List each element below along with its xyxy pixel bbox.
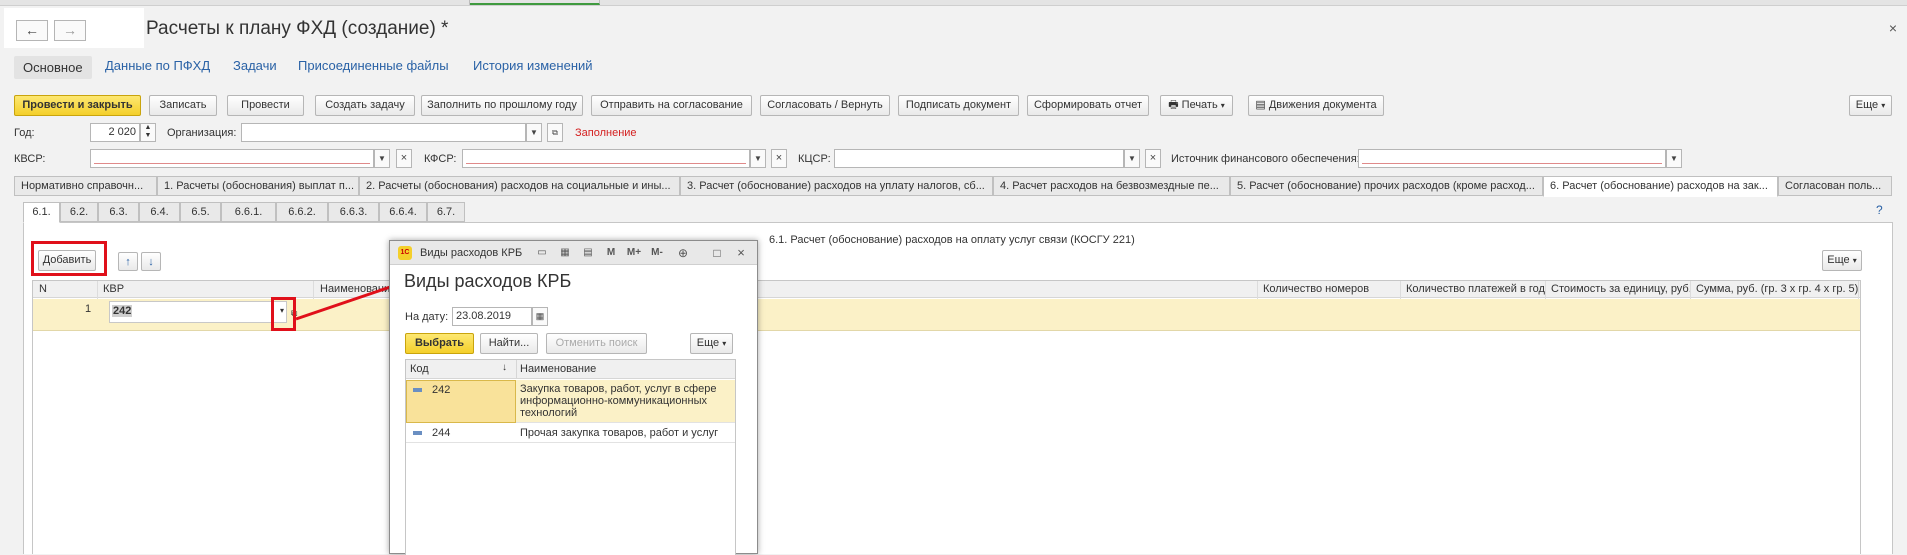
close-icon[interactable]: × xyxy=(734,246,748,260)
col-divider xyxy=(516,360,517,379)
item-name: Закупка товаров, работ, услуг в сфере ин… xyxy=(520,383,717,419)
list-header: Код ↓ Наименование xyxy=(406,360,735,379)
item-name: Прочая закупка товаров, работ и услуг xyxy=(520,427,719,439)
col-name: Наименование xyxy=(520,363,597,375)
calendar-31-icon[interactable]: ▤ xyxy=(581,246,595,260)
element-icon xyxy=(413,431,422,435)
list-item[interactable]: 244 Прочая закупка товаров, работ и услу… xyxy=(406,424,735,443)
date-label: На дату: xyxy=(405,311,449,323)
app-logo-icon: 1C xyxy=(398,246,412,260)
item-code: 242 xyxy=(432,384,451,396)
find-button[interactable]: Найти... xyxy=(480,333,538,354)
kvr-selection-dialog: 1C Виды расходов КРБ ▭ ▦ ▤ M M+ M- ⊕ □ ×… xyxy=(389,240,758,555)
list-item[interactable]: 242 Закупка товаров, работ, услуг в сфер… xyxy=(406,380,735,423)
chevron-down-icon: ▾ xyxy=(722,339,727,348)
dialog-window-title: Виды расходов КРБ xyxy=(420,247,523,259)
calendar-icon[interactable]: ▦ xyxy=(532,307,548,326)
document-icon[interactable]: ▭ xyxy=(535,246,549,260)
col-code: Код xyxy=(410,363,429,375)
element-icon xyxy=(413,388,422,392)
dialog-more-button[interactable]: Еще ▾ xyxy=(690,333,733,354)
memory-minus-icon[interactable]: M- xyxy=(647,246,667,260)
cancel-search-button[interactable]: Отменить поиск xyxy=(546,333,647,354)
date-field[interactable]: 23.08.2019 xyxy=(452,307,532,326)
dialog-heading: Виды расходов КРБ xyxy=(404,271,572,291)
item-code: 244 xyxy=(432,427,451,439)
selected-cell xyxy=(406,380,516,423)
maximize-icon[interactable]: □ xyxy=(710,246,724,260)
memory-plus-icon[interactable]: M+ xyxy=(624,246,644,260)
annotation-arrow xyxy=(295,276,414,321)
more-label: Еще xyxy=(696,337,720,349)
zoom-icon[interactable]: ⊕ xyxy=(676,246,690,260)
kvr-list: Код ↓ Наименование 242 Закупка товаров, … xyxy=(405,359,736,555)
memory-m-icon[interactable]: M xyxy=(604,246,618,260)
sort-arrow-icon: ↓ xyxy=(502,362,507,373)
calendar-icon[interactable]: ▦ xyxy=(558,246,572,260)
choose-button[interactable]: Выбрать xyxy=(405,333,474,354)
dialog-titlebar: 1C Виды расходов КРБ ▭ ▦ ▤ M M+ M- ⊕ □ × xyxy=(390,241,757,265)
